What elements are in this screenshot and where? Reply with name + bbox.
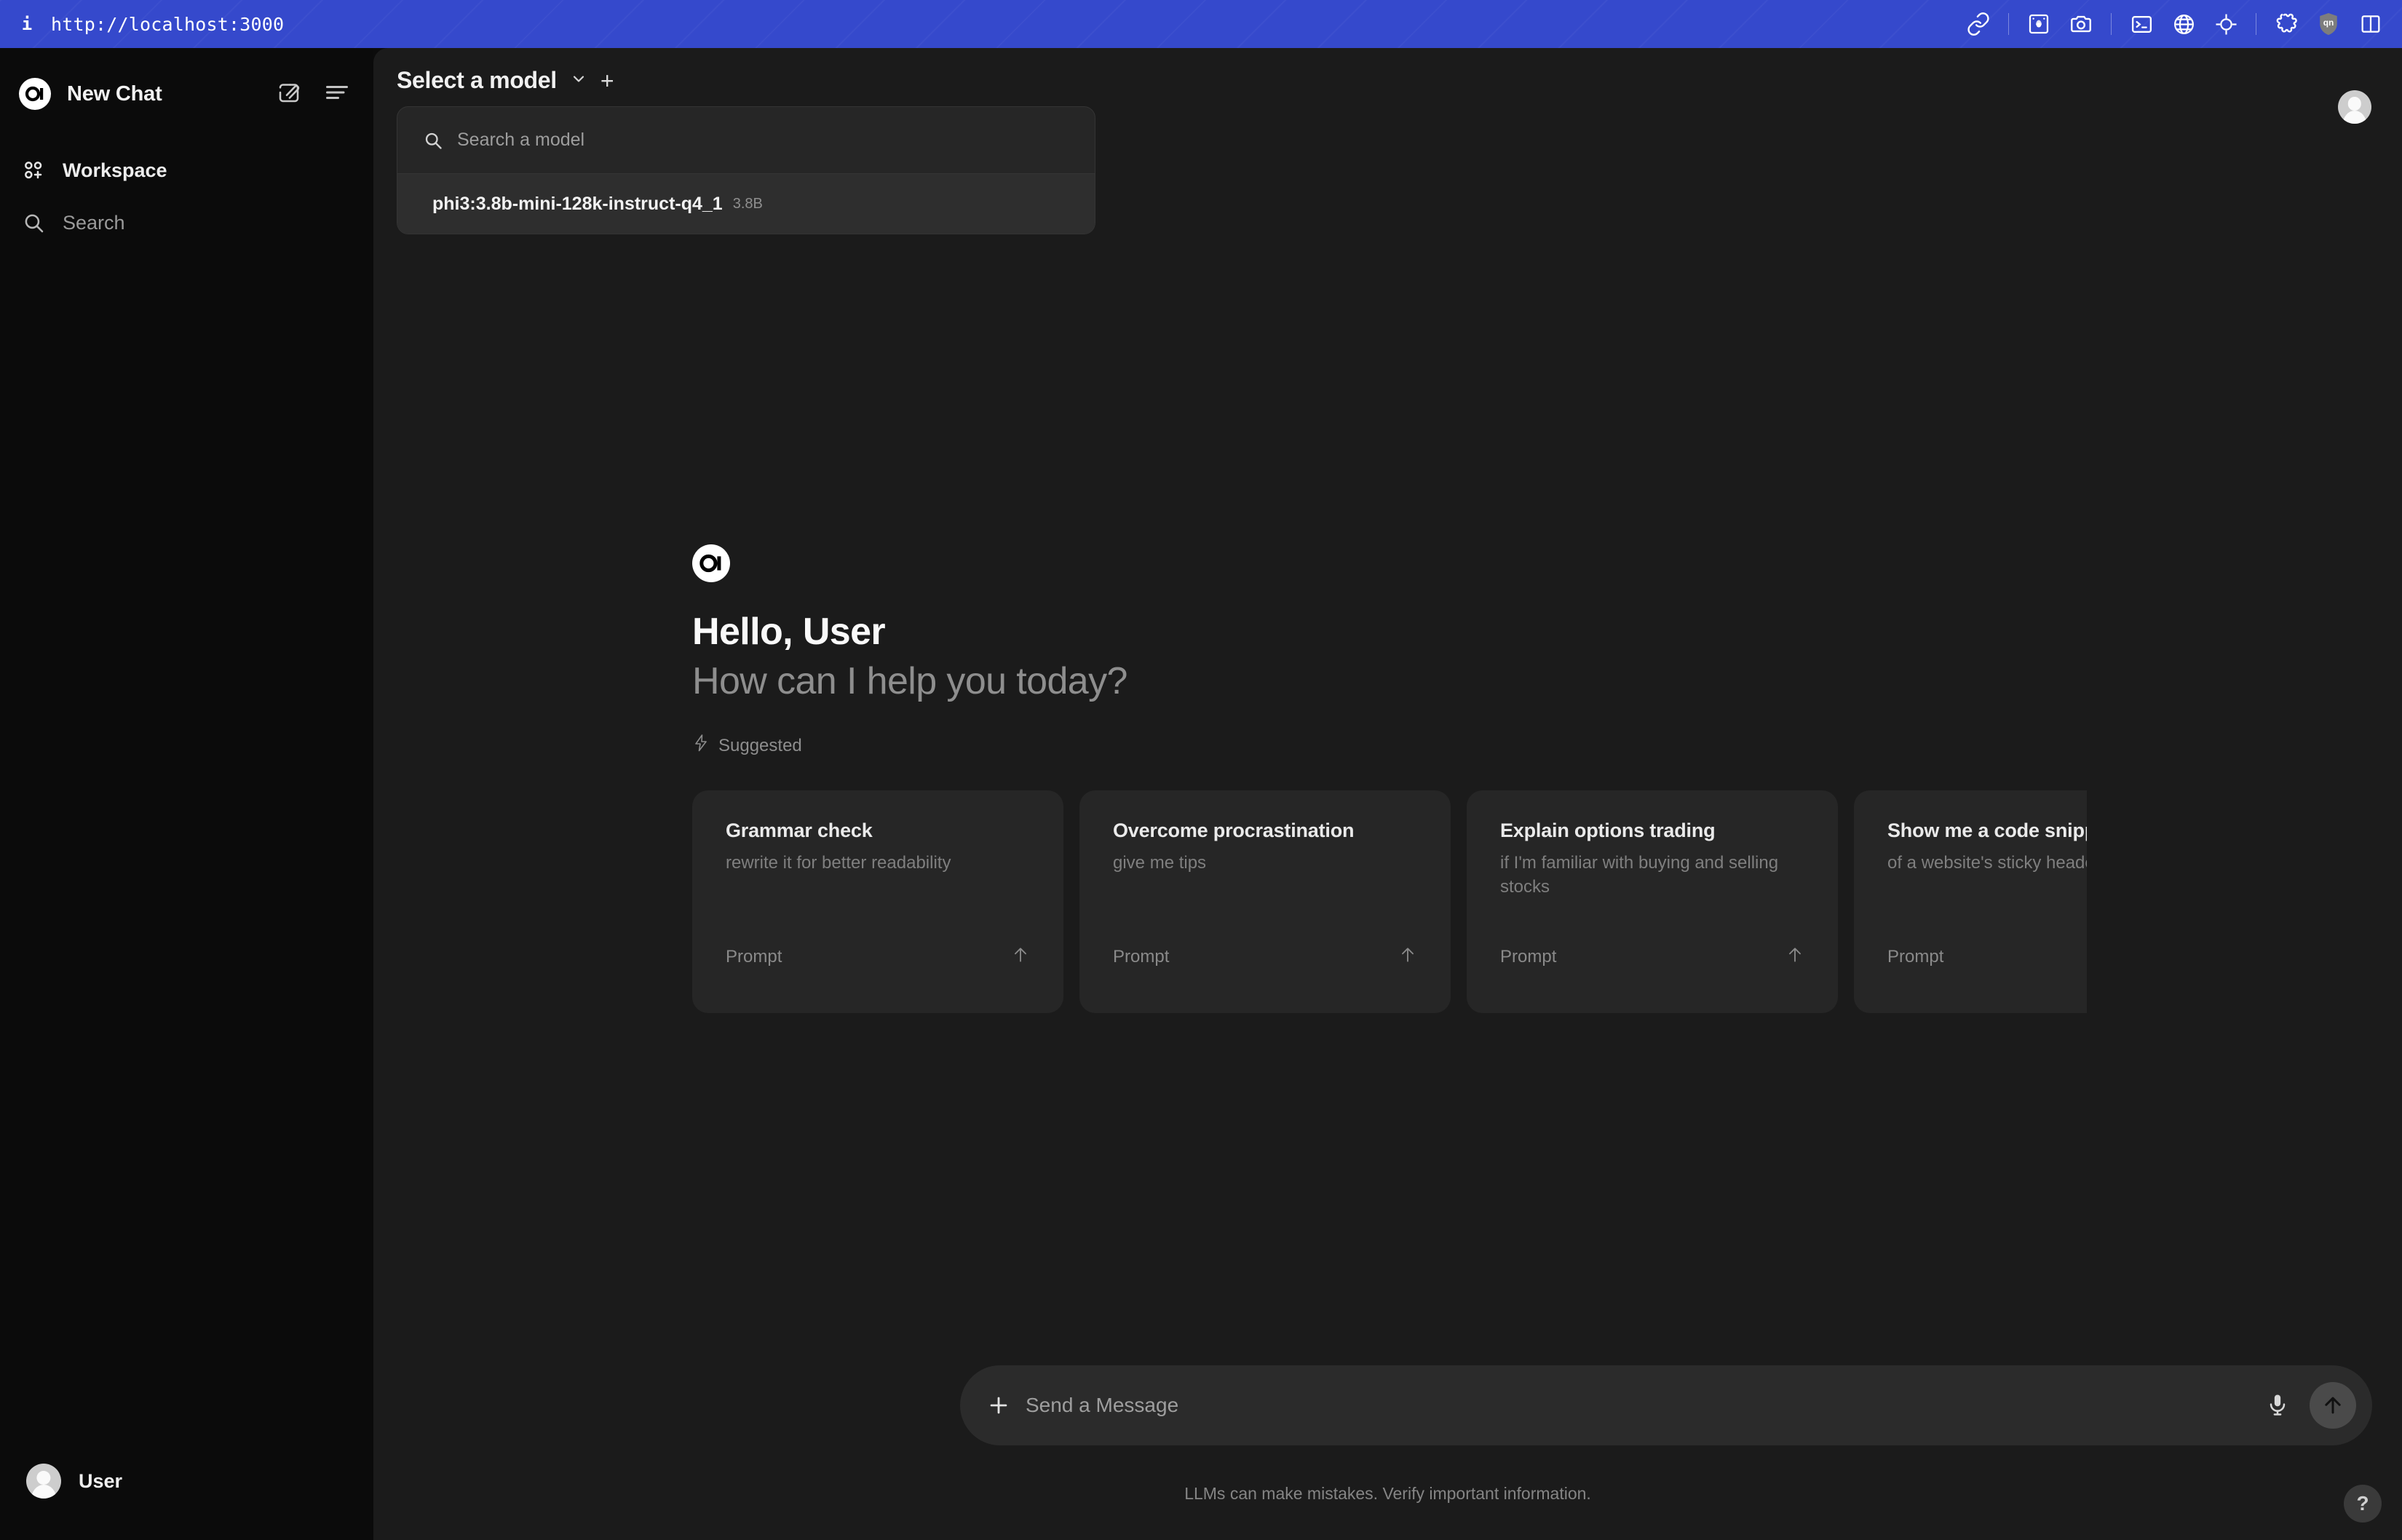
terminal-icon[interactable]	[2120, 0, 2163, 48]
app-logo-icon	[692, 544, 730, 582]
greeting-block: Hello, User How can I help you today? Su…	[692, 544, 2148, 758]
suggestion-card[interactable]: Overcome procrastination give me tips Pr…	[1079, 790, 1451, 1013]
sidebar-user-menu[interactable]: User	[0, 1457, 373, 1505]
browser-toolbar: ub	[1957, 0, 2392, 48]
suggestion-title: Show me a code snippet	[1887, 819, 2087, 842]
suggestion-footer: Prompt	[1887, 945, 2087, 968]
prompt-label: Prompt	[1500, 947, 1556, 967]
page-info-icon[interactable]: i	[19, 14, 35, 34]
prompt-label: Prompt	[726, 947, 782, 967]
image-icon[interactable]	[2018, 0, 2060, 48]
arrow-up-icon	[1785, 945, 1804, 968]
model-search-row	[397, 107, 1095, 174]
hamburger-icon[interactable]	[324, 82, 350, 107]
pencil-square-icon[interactable]	[276, 79, 302, 109]
prompt-label: Prompt	[1887, 947, 1943, 967]
greeting-title: Hello, User	[692, 610, 2148, 654]
link-icon[interactable]	[1957, 0, 1999, 48]
target-icon[interactable]	[2205, 0, 2247, 48]
workspace-grid-plus-icon	[19, 159, 48, 182]
suggestion-title: Explain options trading	[1500, 819, 1804, 842]
sidebar: New Chat	[0, 48, 373, 1540]
browser-url-bar: i http://localhost:3000	[0, 0, 2402, 48]
suggestion-footer: Prompt	[1500, 945, 1804, 968]
message-input[interactable]	[1026, 1394, 2256, 1417]
suggestion-card[interactable]: Show me a code snippet of a website's st…	[1854, 790, 2087, 1013]
sidebar-item-label: Workspace	[63, 159, 167, 182]
new-chat-label[interactable]: New Chat	[67, 82, 162, 106]
suggestion-footer: Prompt	[726, 945, 1030, 968]
svg-text:ub: ub	[2323, 18, 2334, 28]
microphone-icon[interactable]	[2256, 1392, 2299, 1418]
suggestion-footer: Prompt	[1113, 945, 1417, 968]
prompt-label: Prompt	[1113, 947, 1169, 967]
url-text[interactable]: http://localhost:3000	[51, 14, 284, 35]
globe-icon[interactable]	[2163, 0, 2205, 48]
send-button[interactable]	[2310, 1382, 2356, 1429]
greeting-subtitle: How can I help you today?	[692, 659, 2148, 703]
suggestion-subtitle: if I'm familiar with buying and selling …	[1500, 851, 1804, 899]
arrow-up-icon	[1398, 945, 1417, 968]
model-selector[interactable]: Select a model +	[397, 67, 614, 94]
suggestion-subtitle: give me tips	[1113, 851, 1417, 875]
puzzle-extension-icon[interactable]	[2265, 0, 2307, 48]
suggestion-card[interactable]: Explain options trading if I'm familiar …	[1467, 790, 1838, 1013]
model-option-row[interactable]: phi3:3.8b-mini-128k-instruct-q4_1 3.8B	[397, 174, 1095, 234]
arrow-up-icon	[1011, 945, 1030, 968]
help-button[interactable]: ?	[2344, 1485, 2382, 1523]
lightning-bolt-icon	[692, 734, 710, 758]
user-avatar-button[interactable]	[2338, 90, 2371, 124]
camera-icon[interactable]	[2060, 0, 2102, 48]
model-option-name: phi3:3.8b-mini-128k-instruct-q4_1	[432, 194, 723, 215]
add-model-button[interactable]: +	[600, 69, 614, 92]
disclaimer-text: LLMs can make mistakes. Verify important…	[373, 1484, 2402, 1504]
toolbar-divider	[2111, 13, 2112, 35]
sidebar-header-actions	[276, 71, 350, 116]
sidebar-user-name: User	[79, 1470, 122, 1493]
app-logo-icon	[19, 78, 51, 110]
message-composer	[960, 1365, 2372, 1445]
model-dropdown-panel: phi3:3.8b-mini-128k-instruct-q4_1 3.8B	[397, 106, 1095, 234]
suggestion-title: Grammar check	[726, 819, 1030, 842]
toolbar-divider	[2008, 13, 2009, 35]
suggestion-title: Overcome procrastination	[1113, 819, 1417, 842]
search-icon	[421, 130, 445, 151]
suggestion-subtitle: rewrite it for better readability	[726, 851, 1030, 875]
sidebar-item-label: Search	[63, 212, 125, 234]
sidebar-item-workspace[interactable]: Workspace	[0, 150, 373, 191]
model-search-input[interactable]	[457, 130, 1095, 151]
suggested-label: Suggested	[718, 736, 802, 756]
suggestion-cards: Grammar check rewrite it for better read…	[692, 790, 2087, 1013]
avatar	[26, 1464, 61, 1499]
suggested-label-row: Suggested	[692, 734, 2148, 758]
chevron-down-icon[interactable]	[570, 70, 587, 91]
sidebar-header: New Chat	[0, 71, 373, 116]
suggestion-card[interactable]: Grammar check rewrite it for better read…	[692, 790, 1063, 1013]
main-content: Select a model + phi3:3.8b-mini-128k-ins…	[373, 48, 2402, 1540]
ublock-shield-icon[interactable]: ub	[2307, 0, 2350, 48]
plus-icon[interactable]	[982, 1393, 1015, 1418]
sidebar-item-search[interactable]: Search	[0, 202, 373, 243]
search-icon	[19, 211, 48, 234]
sidebar-panel-icon[interactable]	[2350, 0, 2392, 48]
suggestion-cards-scroller[interactable]: Grammar check rewrite it for better read…	[692, 790, 2087, 1016]
model-option-size: 3.8B	[733, 196, 763, 213]
suggestion-subtitle: of a website's sticky header	[1887, 851, 2087, 875]
model-selector-label: Select a model	[397, 67, 557, 94]
